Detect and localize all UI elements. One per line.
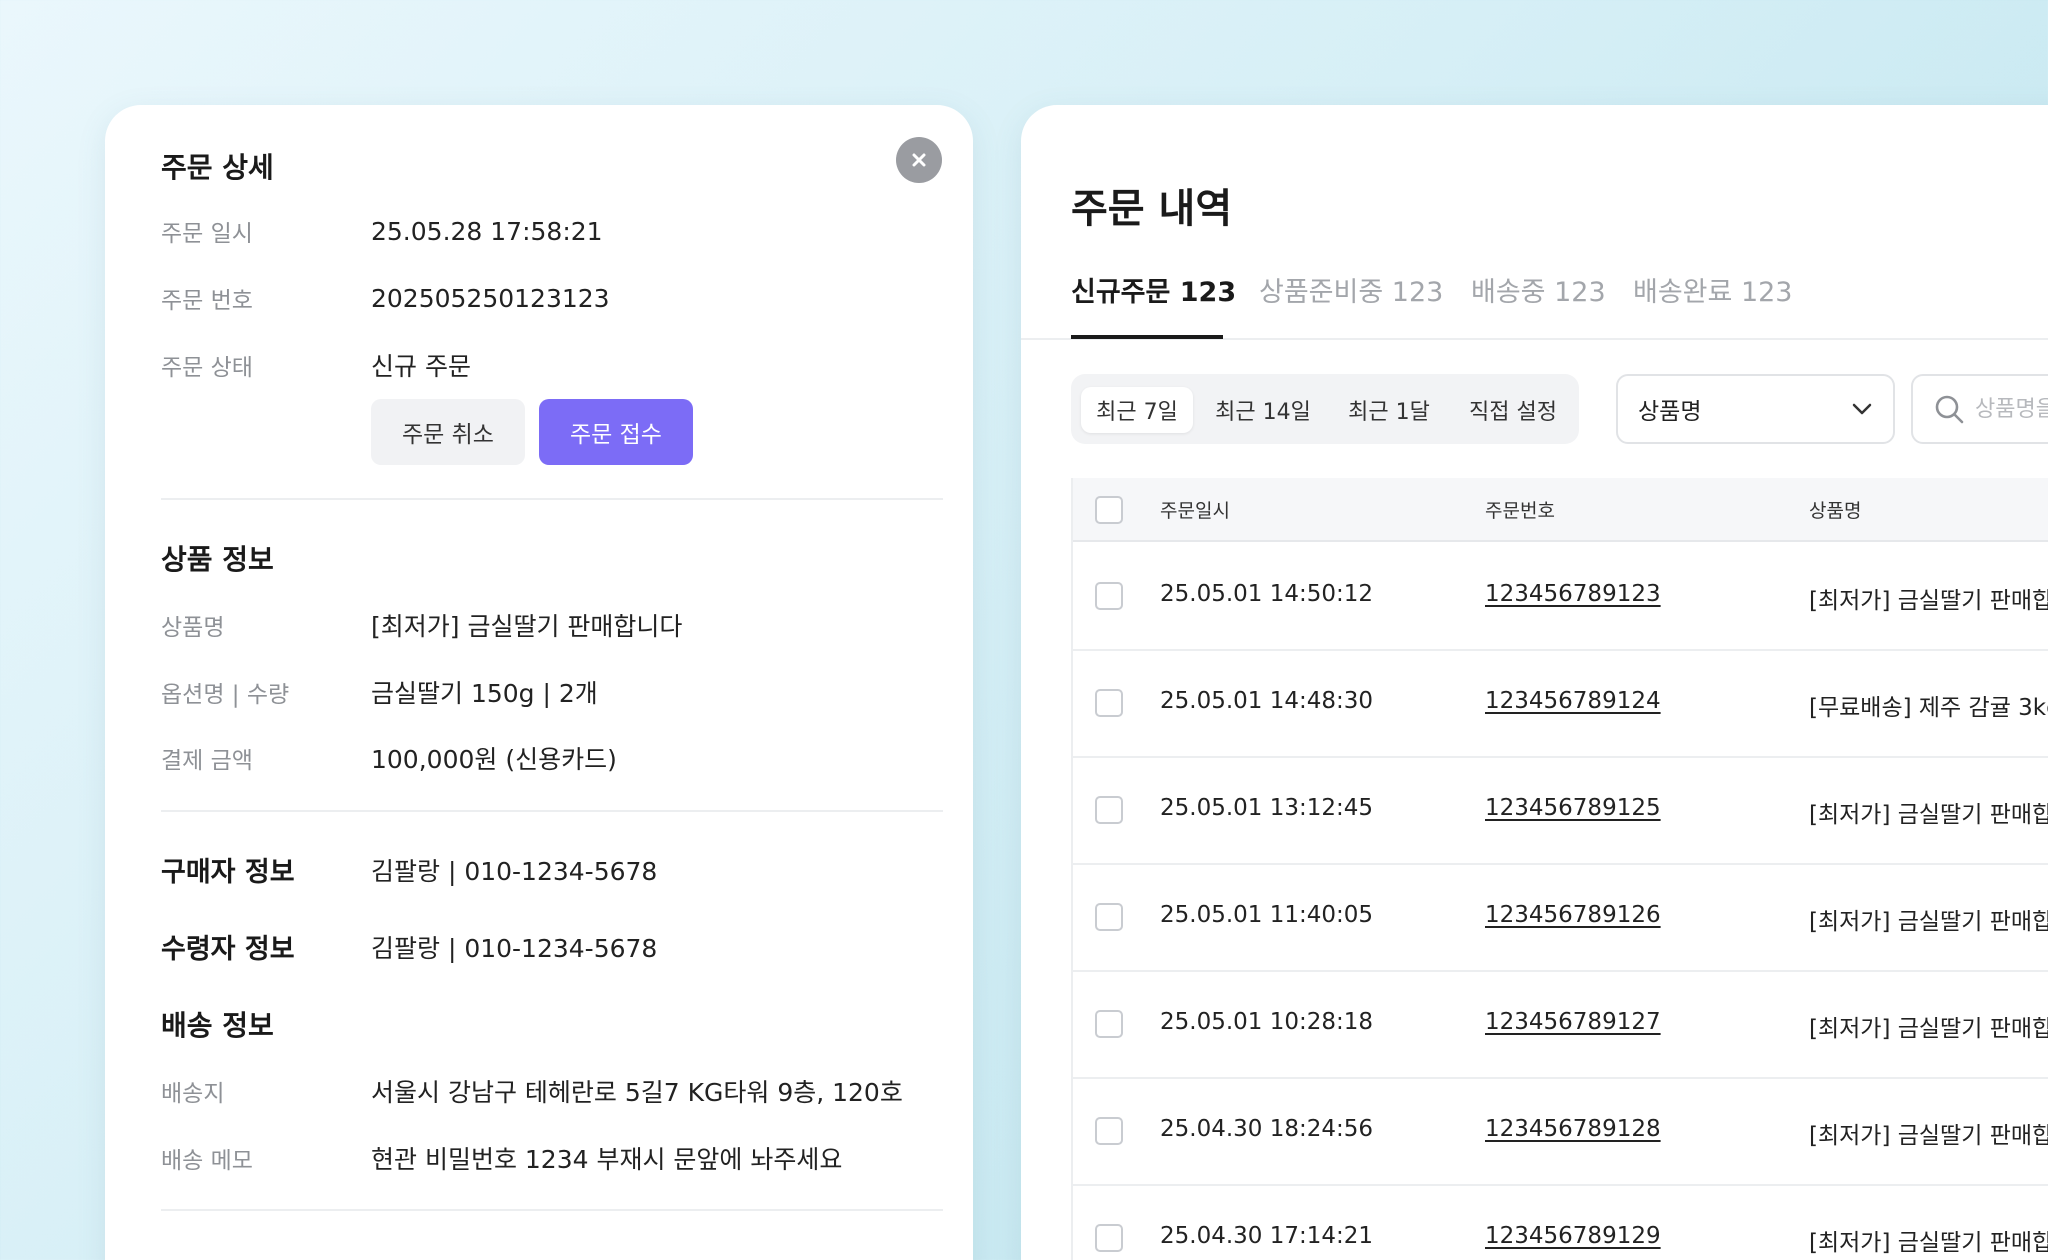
order-status-label: 주문 상태: [161, 355, 253, 381]
order-date-cell: 25.05.01 11:40:05: [1160, 901, 1374, 928]
order-no-link[interactable]: 123456789125: [1485, 795, 1661, 821]
divider: [161, 498, 943, 500]
search-icon: [1935, 395, 1964, 424]
memo-label: 배송 메모: [161, 1148, 253, 1174]
close-icon: [912, 153, 926, 167]
order-date-cell: 25.05.01 14:48:30: [1160, 687, 1374, 714]
address-row: 배송지 서울시 강남구 테헤란로 5길7 KG타워 9층, 120호: [161, 1073, 903, 1109]
row-divider: [1071, 1184, 2048, 1186]
shipping-section-title: 배송 정보: [161, 1009, 274, 1042]
receiver-row: 수령자 정보 김팔랑 | 010-1234-5678: [161, 927, 657, 966]
cancel-order-button[interactable]: 주문 취소: [371, 399, 525, 465]
detail-title: 주문 상세: [161, 151, 274, 184]
search-field-select[interactable]: 상품명: [1616, 374, 1895, 444]
row-checkbox[interactable]: [1095, 1116, 1123, 1145]
order-no-value: 202505250123123: [371, 283, 610, 313]
row-divider: [1071, 863, 2048, 865]
order-date-row: 주문 일시 25.05.28 17:58:21: [161, 214, 603, 248]
product-cell: [무료배송] 제주 감귤 3kg: [1809, 694, 2048, 721]
select-value: 상품명: [1638, 399, 1702, 425]
divider: [161, 1209, 943, 1211]
order-date-cell: 25.05.01 10:28:18: [1160, 1008, 1374, 1035]
product-cell: [최저가] 금실딸기 판매합: [1809, 801, 2048, 828]
row-divider: [1071, 1077, 2048, 1079]
divider: [161, 810, 943, 812]
row-checkbox[interactable]: [1095, 688, 1123, 717]
buyer-label: 구매자 정보: [161, 857, 295, 888]
order-date-cell: 25.04.30 17:14:21: [1160, 1222, 1374, 1249]
payment-label: 결제 금액: [161, 748, 253, 774]
column-order-date[interactable]: 주문일시: [1160, 496, 1230, 523]
order-status-value: 신규 주문: [371, 352, 471, 381]
order-date-cell: 25.04.30 18:24:56: [1160, 1115, 1374, 1142]
product-cell: [최저가] 금실딸기 판매합: [1809, 1015, 2048, 1042]
order-status-row: 주문 상태 신규 주문: [161, 347, 471, 383]
page-title: 주문 내역: [1071, 186, 1233, 232]
search-box: [1911, 374, 2048, 444]
order-no-link[interactable]: 123456789129: [1485, 1223, 1661, 1249]
buyer-value: 김팔랑 | 010-1234-5678: [371, 856, 658, 886]
order-no-link[interactable]: 123456789124: [1485, 688, 1661, 714]
product-name-row: 상품명 [최저가] 금실딸기 판매합니다: [161, 607, 682, 643]
accept-order-button[interactable]: 주문 접수: [539, 399, 693, 465]
option-value: 금실딸기 150g | 2개: [371, 679, 598, 708]
period-14days[interactable]: 최근 14일: [1205, 387, 1321, 433]
tab-preparing[interactable]: 상품준비중 123: [1259, 270, 1443, 309]
chevron-down-icon: [1852, 403, 1872, 415]
product-cell: [최저가] 금실딸기 판매합: [1809, 1229, 2048, 1256]
product-cell: [최저가] 금실딸기 판매합: [1809, 587, 2048, 614]
product-cell: [최저가] 금실딸기 판매합: [1809, 1122, 2048, 1149]
order-no-label: 주문 번호: [161, 288, 253, 314]
period-custom[interactable]: 직접 설정: [1457, 387, 1569, 433]
row-checkbox[interactable]: [1095, 1223, 1123, 1252]
product-section-title: 상품 정보: [161, 543, 274, 576]
payment-value: 100,000원 (신용카드): [371, 745, 617, 774]
table-border: [1071, 478, 1073, 1260]
row-checkbox[interactable]: [1095, 1009, 1123, 1038]
order-date-value: 25.05.28 17:58:21: [371, 216, 603, 246]
column-order-no[interactable]: 주문번호: [1485, 496, 1555, 523]
option-label: 옵션명 | 수량: [161, 682, 290, 708]
payment-row: 결제 금액 100,000원 (신용카드): [161, 740, 617, 776]
column-product[interactable]: 상품명: [1809, 496, 1861, 523]
row-divider: [1071, 649, 2048, 651]
order-date-cell: 25.05.01 14:50:12: [1160, 580, 1374, 607]
row-checkbox[interactable]: [1095, 795, 1123, 824]
active-tab-indicator: [1071, 335, 1223, 339]
order-no-link[interactable]: 123456789126: [1485, 902, 1661, 928]
tab-delivered[interactable]: 배송완료 123: [1633, 270, 1792, 309]
order-no-row: 주문 번호 202505250123123: [161, 281, 610, 315]
row-checkbox[interactable]: [1095, 902, 1123, 931]
row-divider: [1071, 756, 2048, 758]
address-label: 배송지: [161, 1081, 225, 1107]
product-cell: [최저가] 금실딸기 판매합: [1809, 908, 2048, 935]
receiver-value: 김팔랑 | 010-1234-5678: [371, 933, 658, 963]
address-value: 서울시 강남구 테헤란로 5길7 KG타워 9층, 120호: [371, 1078, 903, 1107]
order-date-cell: 25.05.01 13:12:45: [1160, 794, 1374, 821]
close-button[interactable]: [896, 137, 942, 183]
receiver-label: 수령자 정보: [161, 934, 295, 965]
select-all-checkbox[interactable]: [1095, 496, 1123, 524]
order-date-label: 주문 일시: [161, 221, 253, 247]
product-name-value: [최저가] 금실딸기 판매합니다: [371, 612, 683, 641]
buyer-row: 구매자 정보 김팔랑 | 010-1234-5678: [161, 850, 657, 889]
tab-shipping[interactable]: 배송중 123: [1471, 270, 1606, 309]
search-input[interactable]: [1975, 396, 2048, 422]
tab-new-orders[interactable]: 신규주문 123: [1071, 270, 1236, 309]
product-name-label: 상품명: [161, 615, 225, 641]
order-no-link[interactable]: 123456789123: [1485, 581, 1661, 607]
row-checkbox[interactable]: [1095, 581, 1123, 610]
memo-row: 배송 메모 현관 비밀번호 1234 부재시 문앞에 놔주세요: [161, 1140, 842, 1176]
period-1month[interactable]: 최근 1달: [1333, 387, 1445, 433]
memo-value: 현관 비밀번호 1234 부재시 문앞에 놔주세요: [371, 1145, 843, 1174]
order-no-link[interactable]: 123456789127: [1485, 1009, 1661, 1035]
period-7days[interactable]: 최근 7일: [1081, 387, 1193, 433]
order-no-link[interactable]: 123456789128: [1485, 1116, 1661, 1142]
row-divider: [1071, 970, 2048, 972]
option-row: 옵션명 | 수량 금실딸기 150g | 2개: [161, 674, 598, 710]
